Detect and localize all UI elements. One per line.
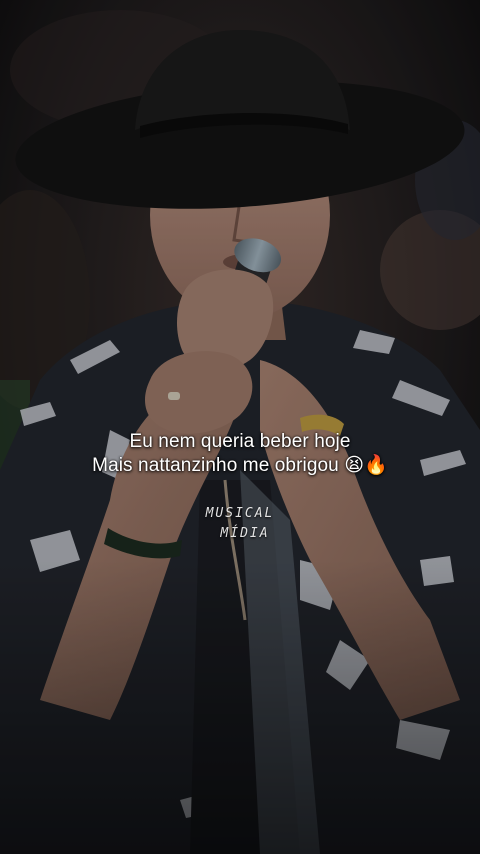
watermark-line-1: MUSICAL xyxy=(205,506,275,521)
video-dim-overlay xyxy=(0,0,480,854)
video-caption: Eu nem queria beber hoje Mais nattanzinh… xyxy=(0,430,480,478)
video-frame[interactable]: Eu nem queria beber hoje Mais nattanzinh… xyxy=(0,0,480,854)
watermark-line-2: MÍDIA xyxy=(220,526,270,541)
caption-line-2: Mais nattanzinho me obrigou 😫🔥 xyxy=(92,455,388,476)
channel-watermark: MUSICAL MÍDIA xyxy=(0,504,480,544)
caption-line-1: Eu nem queria beber hoje xyxy=(129,431,351,452)
